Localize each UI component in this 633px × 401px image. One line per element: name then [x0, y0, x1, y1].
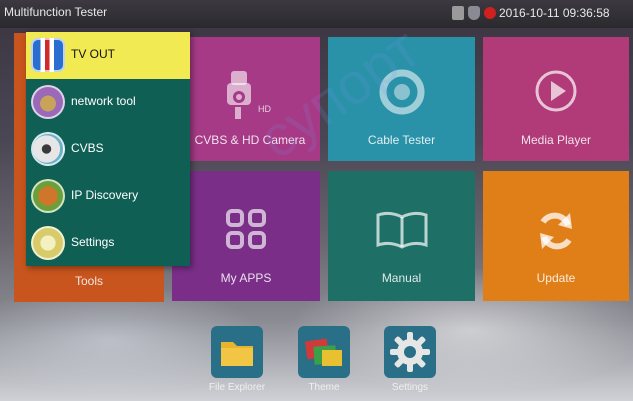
theme-icon: [304, 338, 342, 366]
tile-media-player[interactable]: Media Player: [483, 37, 629, 161]
menu-item-ip-discovery-label: IP Discovery: [71, 188, 139, 202]
settings-icon: [31, 226, 65, 260]
tile-media-player-label: Media Player: [520, 133, 592, 147]
menu-item-tv-out-label: TV OUT: [71, 47, 115, 61]
status-bar: Multifunction Tester 2016-10-11 09:36:58: [0, 0, 633, 28]
folder-icon: [221, 342, 253, 366]
tile-cvbs-hd-camera[interactable]: HD CVBS & HD Camera: [172, 37, 320, 161]
tile-cable-tester-label: Cable Tester: [367, 133, 436, 147]
dock-theme[interactable]: [298, 326, 350, 378]
menu-item-network-tool[interactable]: network tool: [26, 79, 190, 126]
network-tool-icon: [31, 85, 65, 119]
dock-file-explorer[interactable]: [211, 326, 263, 378]
dock-theme-label: Theme: [308, 382, 340, 393]
camera-icon: [227, 71, 251, 119]
tile-cvbs-hd-camera-label: CVBS & HD Camera: [194, 133, 306, 147]
menu-item-cvbs-label: CVBS: [71, 141, 104, 155]
menu-item-settings[interactable]: Settings: [26, 220, 190, 267]
hd-badge: HD: [258, 104, 271, 114]
home-screen: Multifunction Tester 2016-10-11 09:36:58…: [0, 0, 633, 401]
sim-card-icon: [452, 6, 464, 20]
tile-manual-label: Manual: [381, 271, 422, 285]
refresh-icon: [540, 212, 572, 250]
tile-my-apps[interactable]: My APPS: [172, 171, 320, 301]
gear-icon: [390, 332, 430, 372]
cvbs-camera-icon: [31, 132, 65, 166]
menu-item-settings-label: Settings: [71, 235, 115, 249]
datetime: 2016-10-11 09:36:58: [499, 6, 610, 20]
book-icon: [376, 211, 427, 249]
tile-tools-label: Tools: [74, 274, 103, 288]
tv-out-icon: [31, 38, 65, 72]
play-icon: [535, 70, 577, 112]
ip-discovery-icon: [31, 179, 65, 213]
apps-icon: [226, 209, 266, 249]
tile-my-apps-label: My APPS: [220, 271, 272, 285]
menu-item-tv-out[interactable]: TV OUT: [26, 32, 190, 79]
tile-update[interactable]: Update: [483, 171, 629, 301]
app-title: Multifunction Tester: [4, 5, 108, 19]
tile-manual[interactable]: Manual: [328, 171, 475, 301]
shield-icon: [468, 6, 480, 20]
cable-tester-icon: [379, 69, 424, 115]
alert-icon: [484, 7, 496, 19]
tile-update-label: Update: [536, 271, 576, 285]
status-icons: [452, 6, 496, 20]
dock-settings-label: Settings: [391, 382, 429, 393]
menu-item-network-tool-label: network tool: [71, 94, 136, 108]
tools-menu: TV OUT network tool CVBS IP Discovery Se…: [26, 32, 190, 266]
menu-item-ip-discovery[interactable]: IP Discovery: [26, 173, 190, 220]
dock-file-explorer-label: File Explorer: [208, 382, 266, 393]
tile-cable-tester[interactable]: Cable Tester: [328, 37, 475, 161]
menu-item-cvbs[interactable]: CVBS: [26, 126, 190, 173]
dock-settings[interactable]: [384, 326, 436, 378]
